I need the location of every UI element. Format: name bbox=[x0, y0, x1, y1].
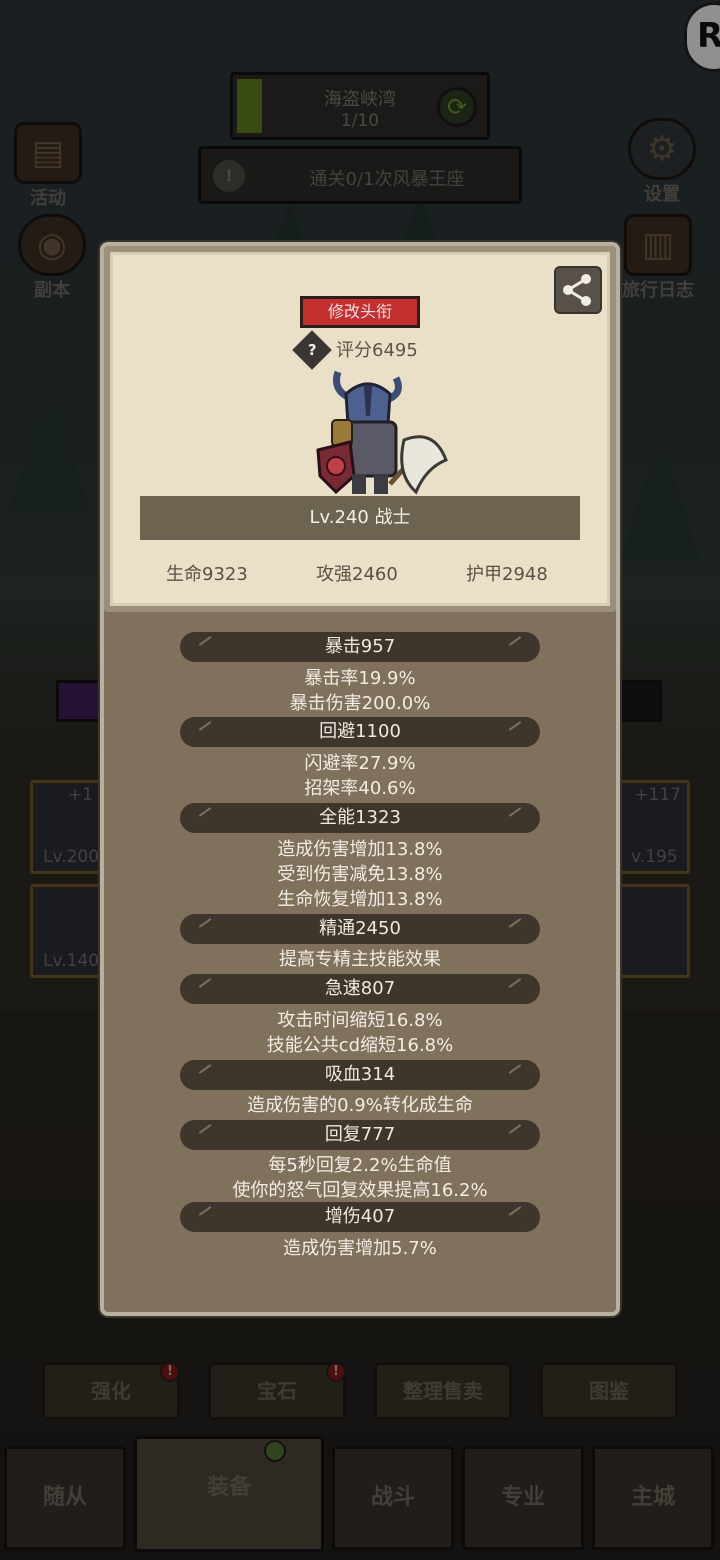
stat-header-lifesteal: 吸血314 bbox=[180, 1060, 540, 1090]
stat-header-damage-bonus: 增伤407 bbox=[180, 1202, 540, 1232]
level-class-banner: Lv.240 战士 bbox=[140, 496, 580, 540]
stat-line: 攻击时间缩短16.8% bbox=[277, 1010, 443, 1031]
change-title-button[interactable]: 修改头衔 bbox=[300, 296, 420, 328]
stat-line: 技能公共cd缩短16.8% bbox=[266, 1035, 454, 1056]
stat-line: 受到伤害减免13.8% bbox=[277, 864, 443, 885]
stat-header-regen: 回复777 bbox=[180, 1120, 540, 1150]
stat-line: 造成伤害增加5.7% bbox=[283, 1238, 437, 1259]
armor-stat: 护甲2948 bbox=[466, 564, 548, 585]
stat-line: 闪避率27.9% bbox=[304, 753, 416, 774]
stat-header-haste: 急速807 bbox=[180, 974, 540, 1004]
stat-line: 暴击伤害200.0% bbox=[289, 693, 431, 714]
stat-line: 使你的怒气回复效果提高16.2% bbox=[232, 1180, 488, 1201]
stat-line: 提高专精主技能效果 bbox=[279, 949, 441, 970]
stat-header-versatility: 全能1323 bbox=[180, 803, 540, 833]
help-symbol: ? bbox=[307, 340, 317, 359]
attack-stat: 攻强2460 bbox=[316, 564, 398, 585]
stat-line: 每5秒回复2.2%生命值 bbox=[268, 1155, 452, 1176]
share-icon bbox=[563, 274, 591, 306]
warrior-portrait bbox=[316, 370, 448, 495]
hp-stat: 生命9323 bbox=[166, 564, 248, 585]
stat-line: 造成伤害增加13.8% bbox=[277, 839, 443, 860]
stat-header-mastery: 精通2450 bbox=[180, 914, 540, 944]
stat-line: 暴击率19.9% bbox=[304, 668, 416, 689]
stat-header-crit: 暴击957 bbox=[180, 632, 540, 662]
stat-line: 造成伤害的0.9%转化成生命 bbox=[247, 1095, 473, 1116]
stat-header-evasion: 回避1100 bbox=[180, 717, 540, 747]
stat-line: 生命恢复增加13.8% bbox=[277, 889, 443, 910]
score-text: 评分6495 bbox=[336, 340, 418, 361]
stat-line: 招架率40.6% bbox=[304, 778, 416, 799]
share-button[interactable] bbox=[554, 266, 602, 314]
